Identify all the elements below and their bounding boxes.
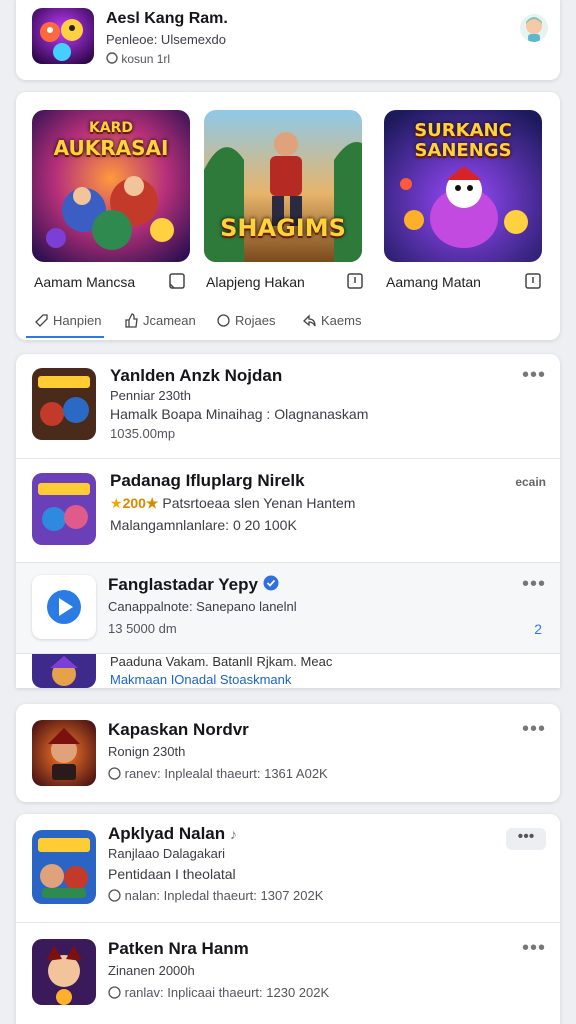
post-card-title: Patken Nra Hanm [108, 939, 249, 958]
post-card[interactable]: Apklyad Nalan ♪ Ranjlaao Dalagakari Pent… [16, 814, 560, 922]
list-item-line1: Canappalnote: Sanepano lanelnl [108, 599, 297, 614]
star-icon: ★ [110, 495, 123, 511]
list-item-thumbnail [32, 654, 96, 688]
share-icon [303, 314, 316, 327]
header-meta-text: kosun 1rl [121, 52, 171, 66]
bookmark-icon[interactable] [346, 272, 364, 295]
tab-rojaes-label: Rojaes [235, 313, 276, 328]
more-options-icon[interactable]: ••• [522, 365, 546, 385]
more-options-icon[interactable]: ecain [515, 475, 546, 489]
tab-kaems[interactable]: Kaems [302, 313, 361, 328]
header-title: Aesl Kang Ram. [106, 10, 228, 27]
list-item-thumbnail [32, 368, 96, 440]
header-subtitle: Penleoe: Ulsemexdo [106, 32, 226, 47]
post-card-line1: Ronign 230th [108, 744, 186, 759]
list-item-title-text: Fanglastadar Yepy [108, 575, 258, 594]
header-card[interactable]: Aesl Kang Ram. Penleoe: Ulsemexdo kosun … [16, 0, 560, 80]
game-tile-1-art-top: KARD [88, 120, 134, 136]
verified-icon [263, 575, 279, 596]
featured-games-card: KARD AUKRASAI Aamam Mancsa SHAGIMS Alapj… [16, 92, 560, 340]
list-item[interactable]: Fanglastadar Yepy Canappalnote: Sanepano… [16, 563, 560, 653]
game-tile-2[interactable]: SHAGIMS [204, 110, 362, 262]
game-tile-2-label[interactable]: Alapjeng Hakan [206, 274, 305, 290]
list-item-line1: ★200★ Patsrtoeaa slen Yenan Hantem [110, 495, 355, 512]
post-card-meta-text: ranev: Inplealal thaeurt: 1361 A02K [124, 766, 328, 781]
post-card-title: Apklyad Nalan ♪ [108, 824, 237, 844]
mic-icon: ♪ [229, 826, 237, 842]
more-options-icon[interactable]: ••• [522, 719, 546, 739]
tab-active-indicator [26, 336, 104, 338]
list-item-line2: Hamalk Boapa Minaihag : Olagnanaskam [110, 406, 369, 422]
post-card-thumbnail [32, 720, 96, 786]
count-badge: 2 [534, 621, 542, 637]
header-meta: kosun 1rl [106, 52, 170, 67]
list-item-line1: Penniar 230th [110, 388, 191, 403]
clock-icon [108, 985, 121, 1002]
post-card-line1: Zinanen 2000h [108, 963, 195, 978]
post-card-title: Kapaskan Nordvr [108, 720, 249, 739]
tab-jcamean-label: Jcamean [143, 313, 196, 328]
list-item-link[interactable]: Makmaan IOnadal Stoaskmank [110, 672, 291, 687]
game-tile-1-label[interactable]: Aamam Mancsa [34, 274, 135, 290]
header-app-icon [32, 8, 94, 64]
game-tile-3-art-top: SURKANC [414, 120, 512, 141]
post-card-line2: Pentidaan I theolatal [108, 866, 236, 882]
post-card-thumbnail [32, 830, 96, 904]
list-item[interactable]: Padanag Ifluplarg Nirelk ★200★ Patsrtoea… [16, 459, 560, 562]
post-card-meta-text: nalan: Inpledal thaeurt: 1307 202K [124, 888, 324, 903]
game-tile-3-label[interactable]: Aamang Matan [386, 274, 481, 290]
game-tile-2-art-title: SHAGIMS [220, 214, 346, 242]
feed-list-card: Yanlden Anzk Nojdan Penniar 230th Hamalk… [16, 354, 560, 688]
bookmark-icon[interactable] [524, 272, 542, 295]
list-item-title: Fanglastadar Yepy [108, 575, 279, 596]
post-card-group: Apklyad Nalan ♪ Ranjlaao Dalagakari Pent… [16, 814, 560, 1024]
tab-kaems-label: Kaems [321, 313, 362, 328]
list-item[interactable]: Yanlden Anzk Nojdan Penniar 230th Hamalk… [16, 354, 560, 458]
clock-icon [106, 52, 118, 67]
post-card-thumbnail [32, 939, 96, 1005]
list-item-title: Padanag Ifluplarg Nirelk [110, 471, 305, 490]
user-avatar[interactable] [520, 14, 548, 42]
more-options-icon[interactable]: ••• [522, 574, 546, 594]
post-card-meta-text: ranlav: Inplicaai thaeurt: 1230 202K [124, 985, 330, 1000]
list-item-line1-text: Patsrtoeaa slen Yenan Hantem [162, 495, 356, 511]
game-tile-1[interactable]: KARD AUKRASAI [32, 110, 190, 262]
more-options-button[interactable]: ••• [506, 828, 546, 850]
bookmark-icon[interactable] [168, 272, 186, 295]
tag-icon [35, 314, 48, 327]
post-card-title-text: Apklyad Nalan [108, 824, 226, 843]
game-tile-1-art-title: AUKRASAI [53, 136, 169, 160]
clock-icon [108, 766, 121, 783]
post-card-meta: ranev: Inplealal thaeurt: 1361 A02K [108, 766, 328, 783]
post-card-meta: nalan: Inpledal thaeurt: 1307 202K [108, 888, 323, 905]
game-tile-3[interactable]: SURKANC SANENGS [384, 110, 542, 262]
list-item-line3: 1035.00mp [110, 426, 176, 441]
tab-hanpien-label: Hanpien [53, 313, 102, 328]
game-tile-3-art-title: SANENGS [414, 140, 512, 161]
clock-icon [108, 888, 121, 905]
tab-jcamean[interactable]: Jcamean [124, 313, 196, 328]
list-item-line2: 13 5000 dm [108, 621, 177, 636]
list-item-line2: Malangamnlanlare: 0 20 100K [110, 517, 297, 533]
list-item-thumbnail [32, 473, 96, 545]
post-card-meta: ranlav: Inplicaai thaeurt: 1230 202K [108, 985, 329, 1002]
more-options-icon[interactable]: ••• [522, 938, 546, 958]
tab-hanpien[interactable]: Hanpien [34, 313, 101, 328]
tag-icon [217, 314, 230, 327]
play-app-icon [32, 575, 96, 639]
list-item-title: Yanlden Anzk Nojdan [110, 366, 283, 385]
post-card[interactable]: Patken Nra Hanm Zinanen 2000h ranlav: In… [16, 923, 560, 1024]
list-item-line1: Paaduna Vakam. BatanlI Rjkam. Meac [110, 654, 333, 669]
thumb-up-icon [125, 313, 138, 328]
rating-badge: 200★ [122, 495, 159, 511]
post-card-line1: Ranjlaao Dalagakari [108, 846, 226, 861]
tab-rojaes[interactable]: Rojaes [216, 313, 275, 328]
list-item[interactable]: Paaduna Vakam. BatanlI Rjkam. Meac Makma… [16, 654, 560, 688]
post-card[interactable]: Kapaskan Nordvr Ronign 230th ranev: Inpl… [16, 704, 560, 802]
